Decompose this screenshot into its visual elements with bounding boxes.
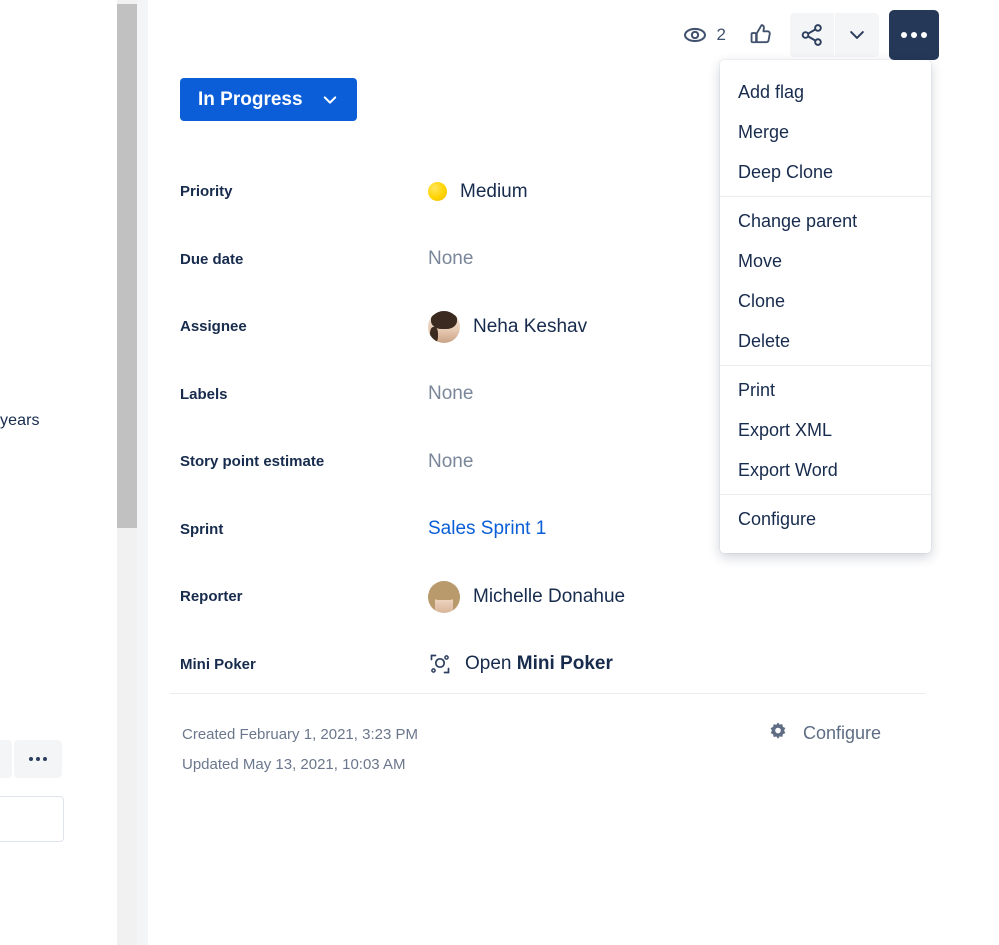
field-value-sprint[interactable]: Sales Sprint 1 [428,518,546,540]
more-actions-icon [901,32,927,38]
updated-timestamp: Updated May 13, 2021, 10:03 AM [182,756,406,773]
menu-item-add-flag[interactable]: Add flag [720,72,931,112]
sprint-link[interactable]: Sales Sprint 1 [428,518,546,540]
status-dropdown-button[interactable]: In Progress [180,78,357,121]
field-value-assignee[interactable]: Neha Keshav [428,310,588,343]
field-value-labels[interactable]: None [428,383,473,405]
field-value-priority[interactable]: Medium [428,181,528,203]
mini-poker-open-text: Open [465,653,517,675]
field-value-text: Medium [460,180,528,202]
field-label: Story point estimate [180,453,325,471]
watch-count: 2 [716,25,726,44]
issue-action-toolbar: 2 [670,10,939,60]
mini-poker-link[interactable]: Open Mini Poker [465,653,613,675]
field-label: Sprint [180,520,224,538]
more-actions-button[interactable] [889,10,939,60]
chevron-down-icon [323,95,336,104]
chevron-down-icon [850,31,864,39]
share-button-group [790,13,879,57]
created-timestamp: Created February 1, 2021, 3:23 PM [182,726,418,743]
field-row-sprint: Sprint Sales Sprint 1 [180,496,880,564]
field-label: Reporter [180,588,243,606]
configure-label: Configure [803,722,882,743]
left-partial-input[interactable] [0,796,64,842]
menu-item-merge[interactable]: Merge [720,112,931,152]
left-partial-button[interactable] [0,740,12,778]
vertical-scrollbar-thumb[interactable] [117,4,137,528]
field-row-reporter: Reporter Michelle Donahue [180,563,880,631]
field-label: Labels [180,385,228,403]
more-actions-icon [29,757,47,761]
status-label: In Progress [198,88,303,110]
priority-medium-icon [428,182,447,202]
issue-timestamps: Created February 1, 2021, 3:23 PM Update… [182,720,418,780]
vote-button[interactable] [738,13,782,57]
mini-poker-icon [430,654,450,674]
field-label: Priority [180,183,233,201]
configure-button[interactable]: Configure [765,720,881,746]
share-button[interactable] [790,13,834,57]
left-more-actions-button[interactable] [14,740,62,778]
field-value-story-point-estimate[interactable]: None [428,451,473,473]
field-row-mini-poker: Mini Poker Open Mini Poker [180,631,880,699]
left-partial-column: years [0,0,117,945]
mini-poker-app-name: Mini Poker [516,653,613,675]
field-value-mini-poker[interactable]: Open Mini Poker [428,652,613,676]
field-value-due-date[interactable]: None [428,248,473,270]
share-icon [801,24,822,46]
field-label: Due date [180,250,244,268]
share-options-button[interactable] [835,13,879,57]
gear-icon [770,722,786,739]
field-label: Assignee [180,318,247,336]
eye-icon [683,27,706,43]
field-row-priority: Priority Medium [180,158,880,226]
avatar [428,310,460,343]
field-row-labels: Labels None [180,361,880,429]
field-row-assignee: Assignee Neha Keshav [180,293,880,361]
watch-button[interactable]: 2 [670,13,738,57]
issue-field-list: Priority Medium Due date None Assignee N… [180,158,880,698]
left-text-fragment: years [0,412,40,429]
field-value-text: Neha Keshav [473,315,588,337]
field-label: Mini Poker [180,655,256,673]
avatar [428,580,460,613]
field-row-story-point-estimate: Story point estimate None [180,428,880,496]
thumbs-up-icon [750,24,771,44]
issue-details-screen: years 2 Add flag Merge Deep Clone Change… [0,0,999,945]
footer-divider [170,693,925,694]
field-value-reporter[interactable]: Michelle Donahue [428,580,626,613]
field-row-due-date: Due date None [180,226,880,294]
field-value-text: Michelle Donahue [473,585,626,607]
